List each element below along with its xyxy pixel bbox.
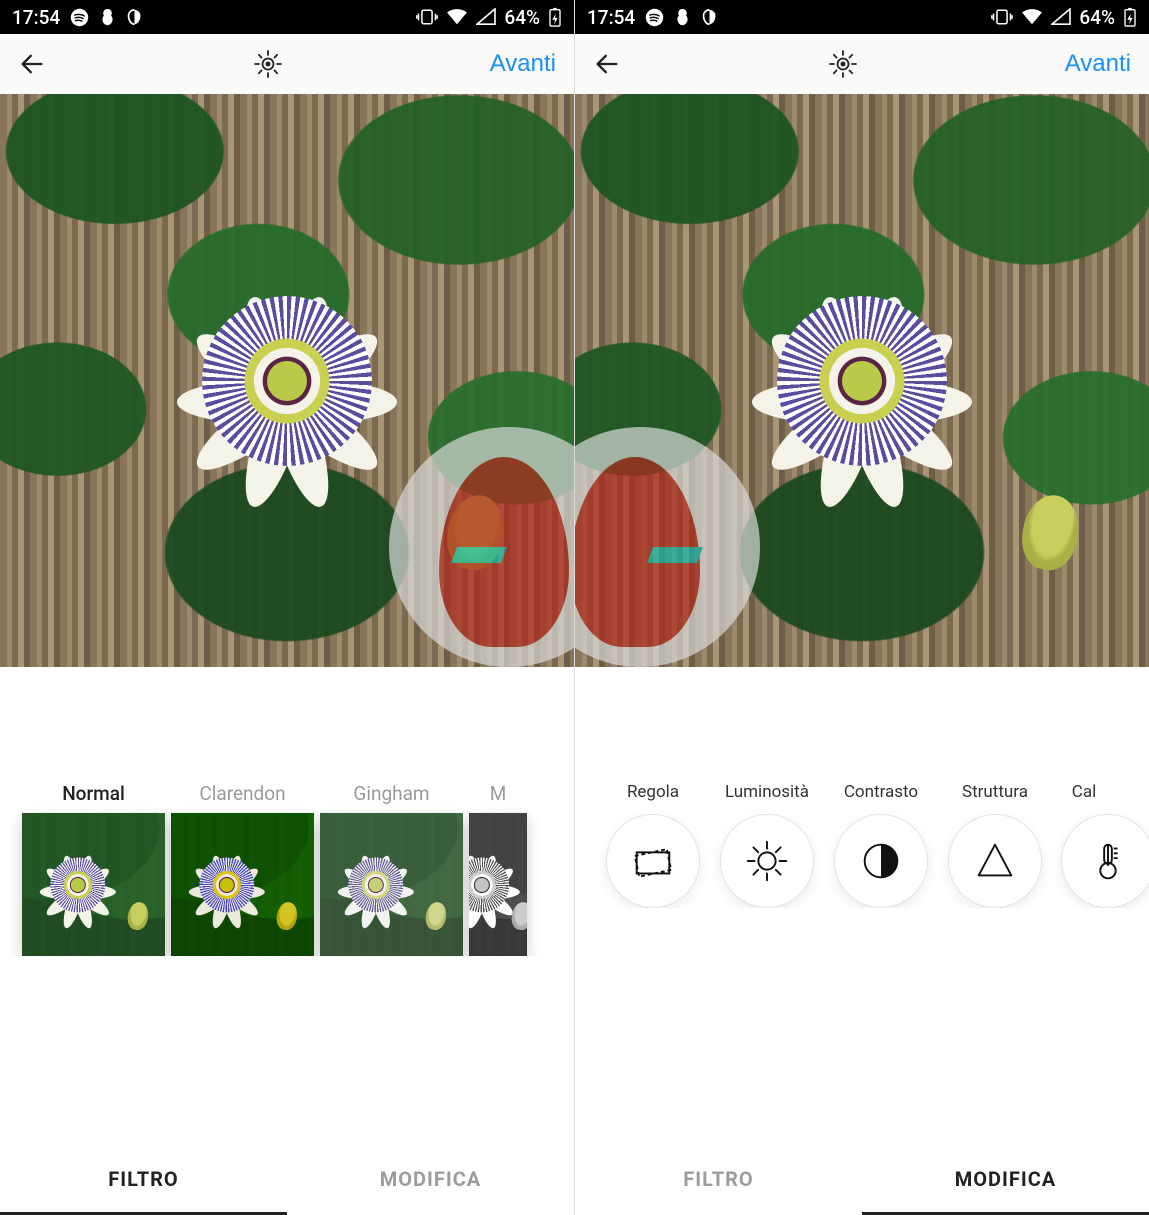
filter-thumb: [171, 813, 314, 956]
bottom-tabs: FILTRO MODIFICA: [0, 1145, 574, 1215]
signal-icon: [1051, 8, 1071, 26]
photo-preview[interactable]: [0, 94, 574, 667]
edit-item-calore[interactable]: Cal: [1061, 782, 1107, 908]
edit-label: Regola: [605, 782, 701, 814]
filter-thumb: [320, 813, 463, 956]
wifi-icon: [446, 8, 468, 26]
app-icon-1: [99, 8, 116, 27]
filter-thumb: [22, 813, 165, 956]
editor-toolbar: Avanti: [0, 34, 574, 94]
app-icon-2: [701, 8, 718, 27]
warmth-icon: [1061, 814, 1149, 908]
tab-filtro[interactable]: FILTRO: [575, 1145, 862, 1215]
status-bar: 17:54: [0, 0, 574, 34]
back-button[interactable]: [18, 50, 46, 78]
edit-item-luminosita[interactable]: Luminosità: [719, 782, 815, 908]
spotify-icon: [70, 8, 89, 27]
next-button[interactable]: Avanti: [490, 50, 556, 78]
edit-label: Struttura: [947, 782, 1043, 814]
adjust-icon: [606, 814, 700, 908]
edit-item-contrasto[interactable]: Contrasto: [833, 782, 929, 908]
spotify-icon: [645, 8, 664, 27]
status-time: 17:54: [587, 6, 635, 29]
status-bar: 17:54: [575, 0, 1149, 34]
wifi-icon: [1021, 8, 1043, 26]
edit-label: Luminosità: [719, 782, 815, 814]
back-button[interactable]: [593, 50, 621, 78]
edit-strip[interactable]: Regola Luminosità Contrasto: [575, 782, 1149, 908]
structure-icon: [948, 814, 1042, 908]
app-icon-2: [126, 8, 143, 27]
filter-item-clarendon[interactable]: Clarendon: [171, 782, 314, 956]
bottom-tabs: FILTRO MODIFICA: [575, 1145, 1149, 1215]
next-button[interactable]: Avanti: [1065, 50, 1131, 78]
editor-toolbar: Avanti: [575, 34, 1149, 94]
filter-item-normal[interactable]: Normal: [22, 782, 165, 956]
filter-label: M: [469, 782, 527, 813]
photo-preview[interactable]: [575, 94, 1149, 667]
vibrate-icon: [416, 8, 438, 26]
battery-icon: [1123, 7, 1137, 27]
lux-icon[interactable]: [828, 49, 858, 79]
edit-item-struttura[interactable]: Struttura: [947, 782, 1043, 908]
tab-modifica[interactable]: MODIFICA: [287, 1145, 574, 1215]
tab-filtro[interactable]: FILTRO: [0, 1145, 287, 1215]
filter-label: Clarendon: [171, 782, 314, 813]
filter-strip[interactable]: Normal Clarendon: [0, 782, 574, 956]
filter-item-gingham[interactable]: Gingham: [320, 782, 463, 956]
signal-icon: [476, 8, 496, 26]
status-battery-text: 64%: [504, 6, 540, 29]
status-battery-text: 64%: [1079, 6, 1115, 29]
tab-modifica[interactable]: MODIFICA: [862, 1145, 1149, 1215]
app-icon-1: [674, 8, 691, 27]
contrast-icon: [834, 814, 928, 908]
brightness-icon: [720, 814, 814, 908]
battery-icon: [548, 7, 562, 27]
edit-label: Contrasto: [833, 782, 929, 814]
vibrate-icon: [991, 8, 1013, 26]
phone-screen-edit: 17:54: [575, 0, 1149, 1215]
edit-item-regola[interactable]: Regola: [605, 782, 701, 908]
phone-screen-filter: 17:54: [0, 0, 575, 1215]
filter-label: Normal: [22, 782, 165, 813]
lux-icon[interactable]: [253, 49, 283, 79]
filter-label: Gingham: [320, 782, 463, 813]
edit-label: Cal: [1061, 782, 1107, 814]
status-time: 17:54: [12, 6, 60, 29]
filter-item-more[interactable]: M: [469, 782, 527, 956]
filter-thumb: [469, 813, 527, 956]
